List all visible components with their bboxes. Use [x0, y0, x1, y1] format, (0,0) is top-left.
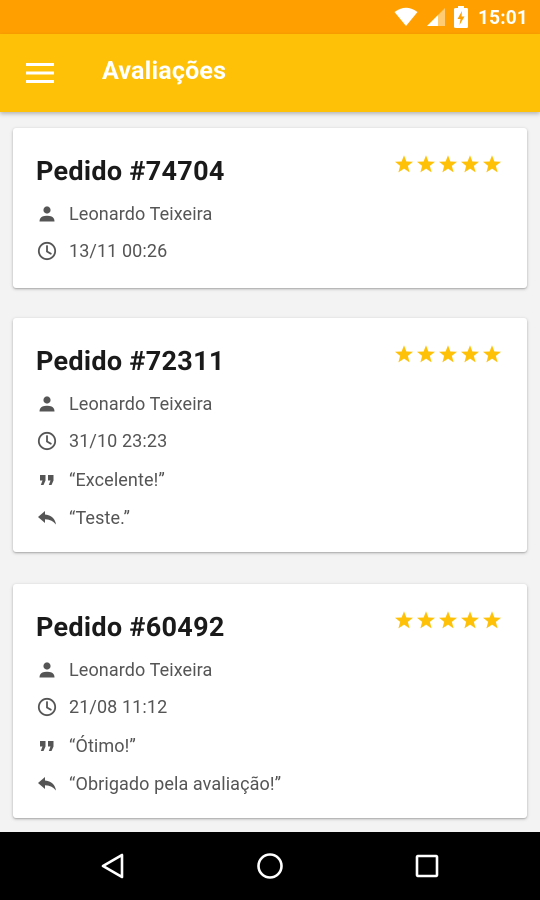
star-icon — [417, 155, 435, 173]
customer-name: Leonardo Teixeira — [69, 393, 213, 415]
status-icons: 15:01 — [394, 5, 528, 29]
home-button[interactable] — [250, 846, 290, 886]
star-icon — [417, 611, 435, 629]
person-icon — [36, 659, 58, 681]
quote-icon — [36, 735, 58, 757]
back-triangle-icon — [101, 853, 124, 879]
star-icon — [439, 155, 457, 173]
review-card[interactable]: Pedido #60492 Leonardo Teixeira 21/08 11… — [13, 584, 527, 818]
comment-row: “Excelente!” — [36, 468, 165, 492]
star-rating — [393, 153, 503, 175]
datetime-row: 31/10 23:23 — [36, 429, 167, 453]
app-bar: Avaliações — [0, 34, 540, 112]
customer-row: Leonardo Teixeira — [36, 392, 212, 416]
battery-charging-icon — [454, 6, 469, 28]
reply-row: “Teste.” — [36, 506, 130, 530]
recents-button[interactable] — [407, 846, 447, 886]
quote-icon — [36, 469, 58, 491]
star-icon — [417, 345, 435, 363]
datetime-row: 13/11 00:26 — [36, 239, 167, 263]
order-title: Pedido #60492 — [36, 611, 225, 643]
recents-square-icon — [415, 854, 439, 878]
review-comment: “Ótimo!” — [69, 735, 136, 757]
review-reply: “Teste.” — [69, 507, 130, 529]
review-datetime: 31/10 23:23 — [69, 430, 168, 452]
review-card[interactable]: Pedido #72311 Leonardo Teixeira 31/10 23… — [13, 318, 527, 552]
clock-icon — [36, 696, 58, 718]
cell-signal-icon — [427, 8, 446, 26]
review-card[interactable]: Pedido #74704 Leonardo Teixeira 13/11 00… — [13, 128, 527, 288]
reviews-list[interactable]: Pedido #74704 Leonardo Teixeira 13/11 00… — [0, 112, 540, 832]
reply-row: “Obrigado pela avaliação!” — [36, 772, 281, 796]
customer-row: Leonardo Teixeira — [36, 658, 212, 682]
customer-name: Leonardo Teixeira — [69, 659, 213, 681]
star-icon — [461, 611, 479, 629]
page-title: Avaliações — [102, 57, 227, 86]
order-title: Pedido #72311 — [36, 345, 225, 377]
star-icon — [461, 155, 479, 173]
home-circle-icon — [257, 853, 283, 879]
reply-icon — [36, 773, 58, 795]
review-datetime: 21/08 11:12 — [69, 696, 168, 718]
wifi-icon — [394, 7, 418, 26]
customer-name: Leonardo Teixeira — [69, 203, 213, 225]
star-icon — [461, 345, 479, 363]
person-icon — [36, 393, 58, 415]
status-bar: 15:01 — [0, 0, 540, 34]
hamburger-menu-icon — [26, 63, 54, 83]
star-icon — [395, 155, 413, 173]
clock-icon — [36, 430, 58, 452]
review-datetime: 13/11 00:26 — [69, 240, 168, 262]
datetime-row: 21/08 11:12 — [36, 695, 167, 719]
reply-icon — [36, 507, 58, 529]
system-nav-bar — [0, 832, 540, 900]
star-icon — [483, 155, 501, 173]
customer-row: Leonardo Teixeira — [36, 202, 212, 226]
star-icon — [395, 611, 413, 629]
person-icon — [36, 203, 58, 225]
review-reply: “Obrigado pela avaliação!” — [69, 773, 282, 795]
menu-button[interactable] — [20, 56, 60, 90]
review-comment: “Excelente!” — [69, 469, 165, 491]
status-time: 15:01 — [478, 5, 528, 29]
star-rating — [393, 609, 503, 631]
star-rating — [393, 343, 503, 365]
star-icon — [439, 345, 457, 363]
star-icon — [439, 611, 457, 629]
clock-icon — [36, 240, 58, 262]
order-title: Pedido #74704 — [36, 155, 225, 187]
comment-row: “Ótimo!” — [36, 734, 136, 758]
star-icon — [483, 611, 501, 629]
star-icon — [395, 345, 413, 363]
star-icon — [483, 345, 501, 363]
back-button[interactable] — [93, 846, 133, 886]
